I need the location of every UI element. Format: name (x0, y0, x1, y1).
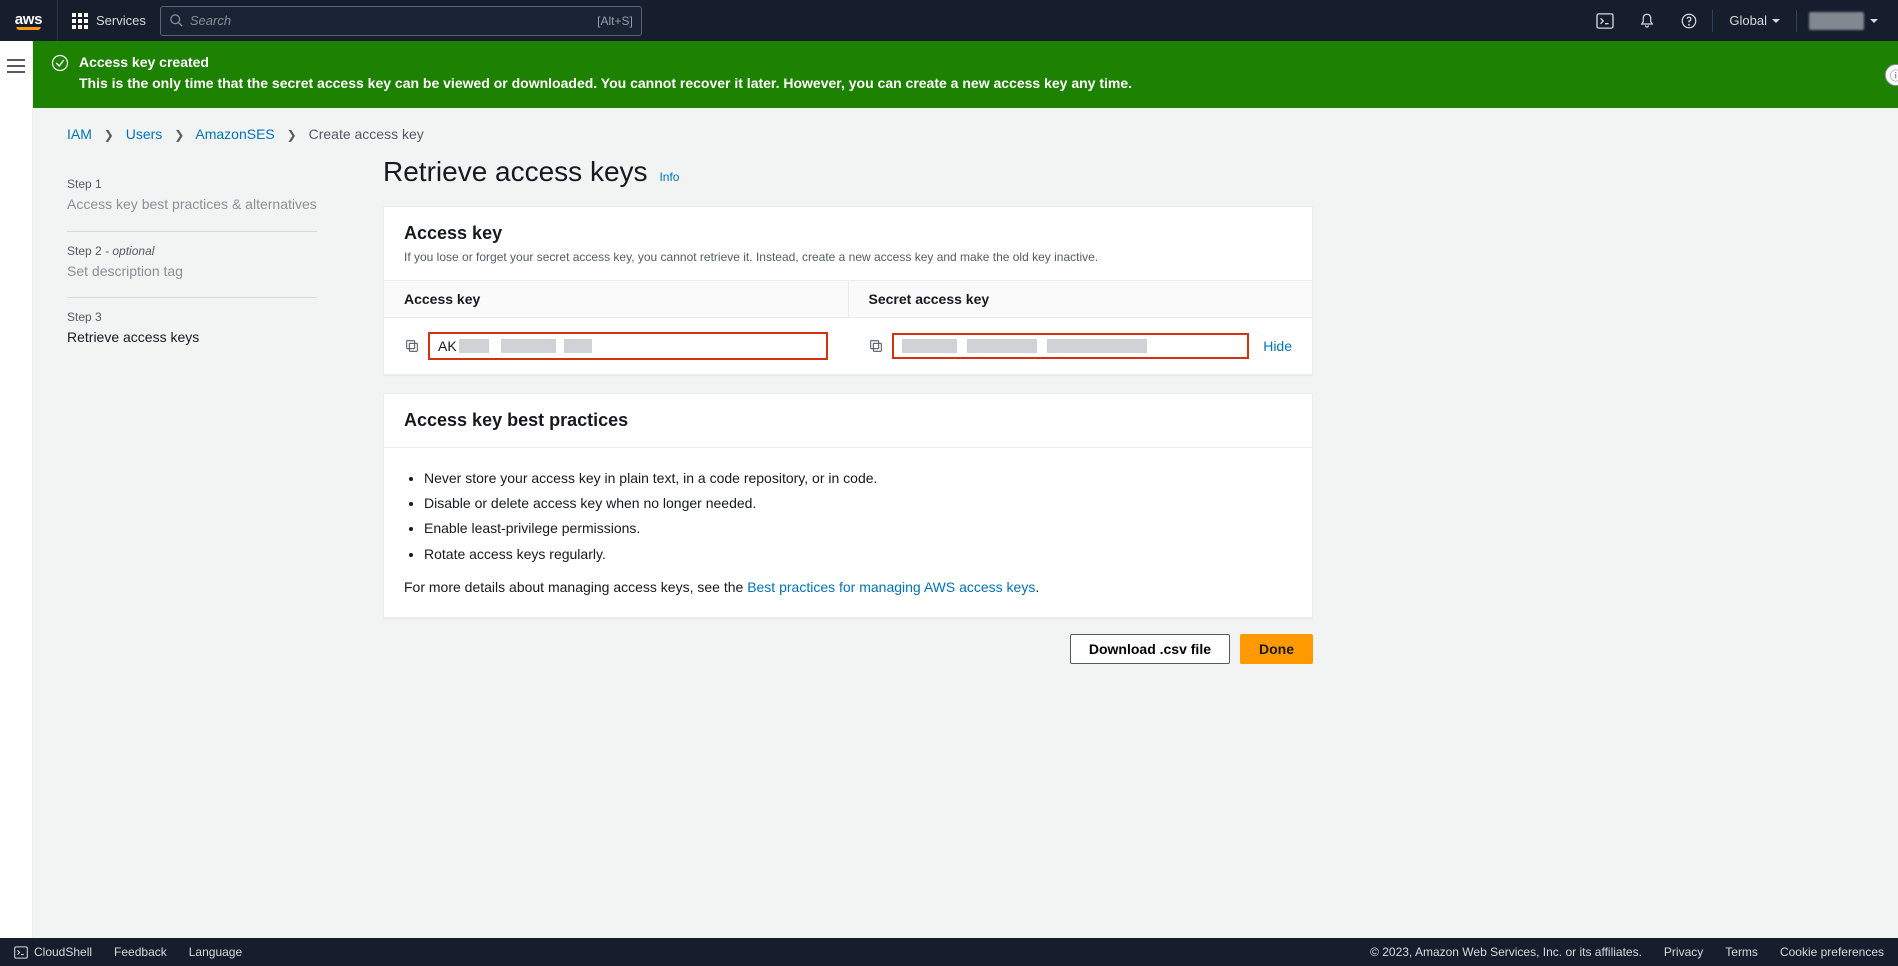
access-key-value-redacted: AK (428, 332, 828, 360)
footer-language[interactable]: Language (189, 945, 242, 959)
best-practices-more: For more details about managing access k… (404, 579, 1292, 595)
main-content: Retrieve access keys Info Access key If … (383, 156, 1313, 664)
wizard-step-2[interactable]: Step 2 - optional Set description tag (67, 232, 317, 299)
region-selector[interactable]: Global (1715, 13, 1794, 28)
action-buttons: Download .csv file Done (383, 634, 1313, 664)
access-key-cell: AK (384, 318, 848, 374)
chevron-right-icon: ❯ (104, 128, 114, 142)
access-key-panel-title: Access key (404, 223, 1292, 244)
footer-privacy[interactable]: Privacy (1664, 945, 1703, 959)
flash-title: Access key created (79, 52, 1132, 73)
account-name-redacted (1809, 12, 1864, 30)
list-item: Rotate access keys regularly. (424, 542, 1292, 567)
hamburger-icon[interactable] (7, 59, 25, 73)
wizard-step-1[interactable]: Step 1 Access key best practices & alter… (67, 165, 317, 232)
wizard-step-3-label: Step 3 (67, 310, 317, 324)
search-box[interactable]: Search [Alt+S] (160, 6, 642, 36)
breadcrumb-iam[interactable]: IAM (67, 126, 92, 142)
breadcrumb: IAM ❯ Users ❯ AmazonSES ❯ Create access … (67, 126, 1838, 156)
wizard-step-3[interactable]: Step 3 Retrieve access keys (67, 298, 317, 364)
wizard-steps: Step 1 Access key best practices & alter… (67, 156, 317, 664)
wizard-step-1-label: Step 1 (67, 177, 317, 191)
done-button[interactable]: Done (1240, 634, 1313, 664)
best-practices-doc-link[interactable]: Best practices for managing AWS access k… (747, 579, 1035, 595)
download-csv-button[interactable]: Download .csv file (1070, 634, 1230, 664)
best-practices-title: Access key best practices (404, 410, 1292, 431)
footer-copyright: © 2023, Amazon Web Services, Inc. or its… (1370, 945, 1642, 959)
breadcrumb-users[interactable]: Users (126, 126, 163, 142)
notifications-button[interactable] (1626, 0, 1668, 41)
key-table-header: Access key Secret access key (384, 281, 1312, 318)
services-grid-icon (72, 13, 88, 29)
best-practices-panel: Access key best practices Never store yo… (383, 393, 1313, 618)
list-item: Disable or delete access key when no lon… (424, 491, 1292, 516)
wizard-step-2-label: Step 2 - optional (67, 244, 317, 258)
footer-bar: CloudShell Feedback Language © 2023, Ama… (0, 938, 1898, 966)
wizard-step-1-title: Access key best practices & alternatives (67, 195, 317, 215)
cloudshell-button[interactable] (1584, 0, 1626, 41)
key-table-row: AK Hide (384, 318, 1312, 374)
page-title: Retrieve access keys (383, 156, 648, 187)
chevron-right-icon: ❯ (174, 128, 184, 142)
secret-key-cell: Hide (848, 318, 1312, 374)
side-hamburger-rail (0, 41, 33, 938)
list-item: Enable least-privilege permissions. (424, 516, 1292, 541)
cloudshell-icon (14, 946, 28, 959)
aws-logo[interactable]: aws (0, 0, 58, 41)
global-nav: aws Services Search [Alt+S] Global (0, 0, 1898, 41)
copy-icon[interactable] (404, 338, 420, 354)
footer-feedback[interactable]: Feedback (114, 945, 167, 959)
info-link[interactable]: Info (659, 170, 679, 184)
copy-icon[interactable] (868, 338, 884, 354)
wizard-step-3-title: Retrieve access keys (67, 328, 317, 348)
breadcrumb-user[interactable]: AmazonSES (195, 126, 274, 142)
footer-cloudshell[interactable]: CloudShell (14, 945, 92, 959)
footer-terms[interactable]: Terms (1725, 945, 1758, 959)
access-key-panel-sub: If you lose or forget your secret access… (404, 250, 1292, 264)
flash-body: This is the only time that the secret ac… (79, 73, 1132, 94)
chevron-right-icon: ❯ (287, 128, 297, 142)
success-check-icon (51, 54, 69, 72)
services-label: Services (96, 13, 146, 28)
account-menu[interactable] (1799, 12, 1888, 30)
col-access-key: Access key (384, 281, 849, 317)
search-icon (169, 13, 184, 28)
region-label: Global (1729, 13, 1767, 28)
access-key-panel: Access key If you lose or forget your se… (383, 206, 1313, 375)
list-item: Never store your access key in plain tex… (424, 466, 1292, 491)
flash-success: Access key created This is the only time… (33, 41, 1898, 108)
search-shortcut: [Alt+S] (597, 14, 633, 28)
col-secret-key: Secret access key (849, 281, 1313, 317)
help-button[interactable] (1668, 0, 1710, 41)
breadcrumb-current: Create access key (309, 126, 424, 142)
services-menu[interactable]: Services (58, 13, 160, 29)
best-practices-list: Never store your access key in plain tex… (424, 466, 1292, 567)
search-placeholder: Search (190, 13, 597, 28)
footer-cookies[interactable]: Cookie preferences (1780, 945, 1884, 959)
wizard-step-2-title: Set description tag (67, 262, 317, 282)
hide-secret-link[interactable]: Hide (1263, 338, 1292, 354)
secret-key-value-redacted (892, 333, 1249, 359)
